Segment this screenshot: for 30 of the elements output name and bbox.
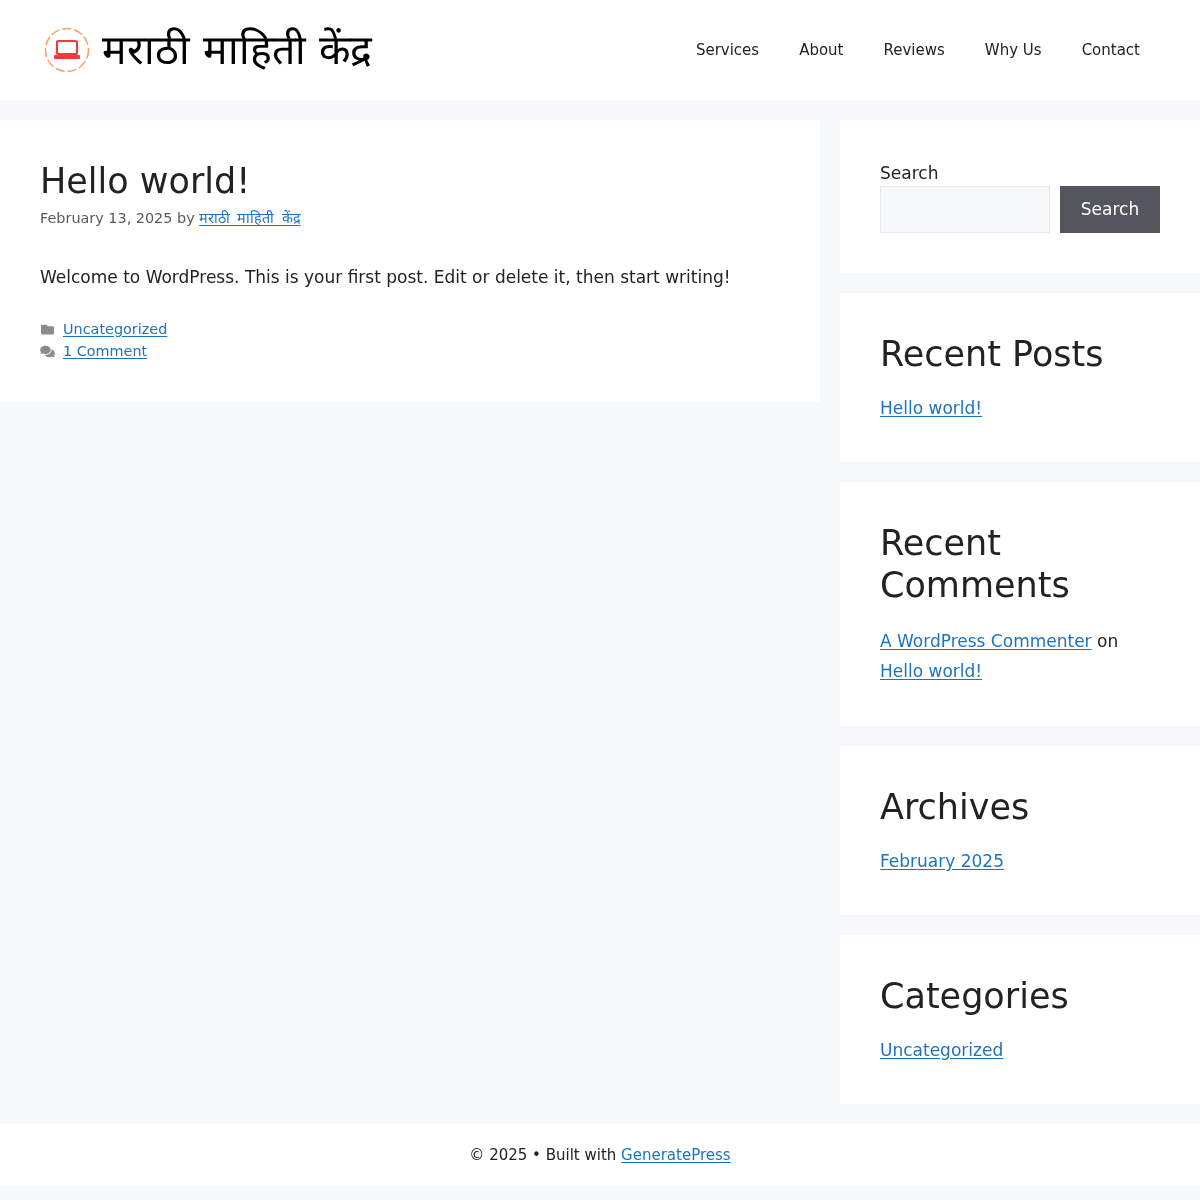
theme-link[interactable]: GeneratePress bbox=[621, 1145, 731, 1164]
nav-link[interactable]: Services bbox=[675, 20, 780, 80]
post-title: Hello world! bbox=[40, 160, 252, 202]
comment-post-link[interactable]: Hello world! bbox=[880, 661, 983, 681]
widget-link[interactable]: Uncategorized bbox=[880, 1040, 1004, 1060]
post-content: Welcome to WordPress. This is your first post. Edit or delete it, then start writing! bbox=[40, 266, 732, 289]
widget-title: Recent Comments bbox=[880, 522, 1071, 606]
widget-link[interactable]: February 2025 bbox=[880, 851, 1004, 871]
nav-link[interactable]: About bbox=[779, 20, 864, 80]
nav-link[interactable]: Reviews bbox=[863, 20, 965, 80]
comments-icon bbox=[40, 344, 55, 358]
widget-title: Categories bbox=[880, 975, 1070, 1017]
search-label: Search bbox=[880, 162, 940, 185]
site-title: मराठी माहिती केंद्र bbox=[102, 25, 373, 76]
category-link[interactable]: Uncategorized bbox=[63, 318, 168, 340]
widget-link[interactable]: Hello world! bbox=[880, 398, 983, 418]
search-field[interactable] bbox=[880, 186, 1050, 233]
folder-icon bbox=[40, 322, 55, 336]
comments-link[interactable]: 1 Comment bbox=[63, 340, 148, 362]
post-meta: February 13, 2025 by मराठी_माहिती_केंद्र bbox=[40, 209, 302, 228]
nav-link[interactable]: Contact bbox=[1061, 20, 1160, 80]
comment-author-link[interactable]: A WordPress Commenter bbox=[880, 631, 1092, 651]
widget-title: Recent Posts bbox=[880, 333, 1105, 375]
widget-title: Archives bbox=[880, 786, 1031, 828]
search-button[interactable]: Search bbox=[1060, 186, 1160, 233]
author-link[interactable]: मराठी_माहिती_केंद्र bbox=[199, 210, 301, 226]
comment-entry: A WordPress Commenter on Hello world! bbox=[880, 630, 1120, 683]
footer-credit: © 2025 • Built with GeneratePress bbox=[469, 1144, 731, 1166]
nav-link[interactable]: Why Us bbox=[964, 20, 1062, 80]
laptop-logo-icon bbox=[44, 27, 90, 73]
